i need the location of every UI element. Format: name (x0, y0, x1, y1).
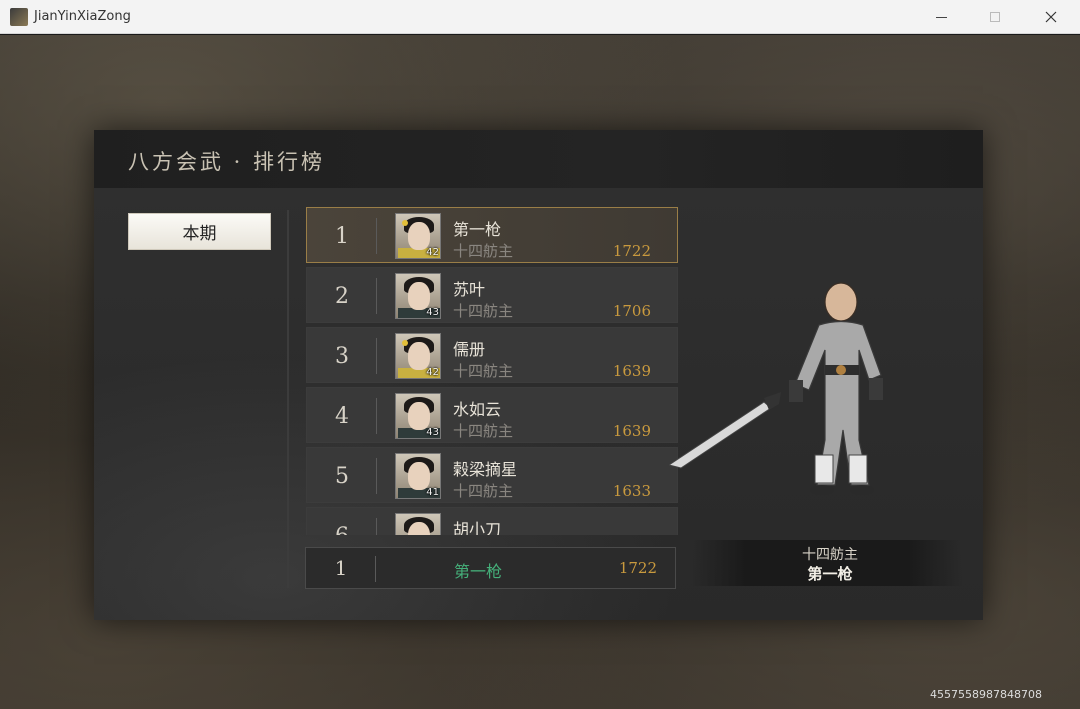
close-button[interactable] (1028, 0, 1074, 34)
divider (376, 518, 377, 535)
ranking-row[interactable]: 4 43 水如云 十四舫主 1639 (306, 387, 678, 443)
divider (376, 398, 377, 434)
character-illustration (669, 282, 883, 495)
ranking-row[interactable]: 3 42 儒册 十四舫主 1639 (306, 327, 678, 383)
panel-header: 八方会武 · 排行榜 (94, 130, 983, 188)
level-badge: 42 (426, 247, 439, 258)
window-title: JianYinXiaZong (34, 9, 131, 24)
level-badge: 43 (426, 427, 439, 438)
hair-ornament-icon (402, 220, 408, 226)
player-name: 榖梁摘星 (453, 460, 518, 479)
rank-number: 3 (335, 343, 349, 369)
male-avatar[interactable]: 43 (395, 273, 441, 319)
player-name: 胡小刀 (453, 520, 502, 535)
female-avatar[interactable]: 42 (395, 333, 441, 379)
leaderboard-panel: 八方会武 · 排行榜 本期 1 42 第一枪 十四舫主 1722 2 43 苏叶… (94, 130, 983, 620)
app-icon (10, 8, 28, 26)
level-badge: 43 (426, 307, 439, 318)
player-guild: 十四舫主 (453, 302, 514, 320)
my-rank-number: 1 (334, 556, 348, 580)
my-rank-score: 1722 (618, 559, 657, 577)
player-score: 1633 (612, 482, 651, 500)
divider (376, 218, 377, 254)
avatar-face (408, 342, 430, 370)
divider (376, 338, 377, 374)
character-guild: 十四舫主 (802, 547, 858, 563)
level-badge: 41 (426, 487, 439, 498)
divider (375, 556, 376, 582)
ranking-row[interactable]: 1 42 第一枪 十四舫主 1722 (306, 207, 678, 263)
avatar-face (408, 462, 430, 490)
ranking-row[interactable]: 5 41 榖梁摘星 十四舫主 1633 (306, 447, 678, 503)
male-avatar[interactable]: 43 (395, 393, 441, 439)
rank-number: 6 (307, 508, 377, 536)
user-id: 4557558987848708 (930, 688, 1042, 701)
my-rank-bar: 1 第一枪 1722 (305, 547, 676, 589)
divider (376, 278, 377, 314)
player-guild: 十四舫主 (453, 422, 514, 440)
divider (287, 210, 289, 588)
avatar-face (408, 222, 430, 250)
player-score: 1722 (612, 242, 651, 260)
maximize-button[interactable] (972, 0, 1018, 34)
rank-number: 4 (335, 403, 349, 429)
rank-number: 1 (335, 223, 349, 249)
player-score: 1706 (612, 302, 651, 320)
panel-title: 八方会武 · 排行榜 (128, 150, 326, 174)
player-guild: 十四舫主 (453, 242, 514, 260)
female-avatar[interactable]: 42 (395, 213, 441, 259)
rank-number: 5 (335, 463, 349, 489)
window-titlebar: JianYinXiaZong (0, 0, 1080, 34)
player-name: 水如云 (453, 400, 502, 419)
minimize-icon (935, 16, 947, 18)
minimize-button[interactable] (918, 0, 964, 34)
level-badge: 42 (426, 367, 439, 378)
player-score: 1639 (612, 422, 651, 440)
avatar-face (408, 402, 430, 430)
divider (376, 458, 377, 494)
male-avatar[interactable] (395, 513, 441, 535)
player-name: 苏叶 (453, 280, 486, 299)
player-score: 1639 (612, 362, 651, 380)
character-name: 第一枪 (807, 565, 853, 583)
ranking-list[interactable]: 1 42 第一枪 十四舫主 1722 2 43 苏叶 十四舫主 1706 3 4… (306, 207, 678, 535)
my-rank-name: 第一枪 (454, 562, 503, 581)
ranking-row[interactable]: 6 胡小刀 (306, 507, 678, 535)
avatar-face (408, 282, 430, 310)
tab-current-period[interactable]: 本期 (128, 213, 271, 250)
maximize-icon (990, 12, 1000, 22)
player-name: 儒册 (453, 340, 486, 359)
rank-number: 2 (335, 283, 349, 309)
male-avatar[interactable]: 41 (395, 453, 441, 499)
player-guild: 十四舫主 (453, 482, 514, 500)
hair-ornament-icon (402, 340, 408, 346)
ranking-row[interactable]: 2 43 苏叶 十四舫主 1706 (306, 267, 678, 323)
close-icon (1045, 11, 1057, 23)
player-guild: 十四舫主 (453, 362, 514, 380)
player-name: 第一枪 (453, 220, 502, 239)
